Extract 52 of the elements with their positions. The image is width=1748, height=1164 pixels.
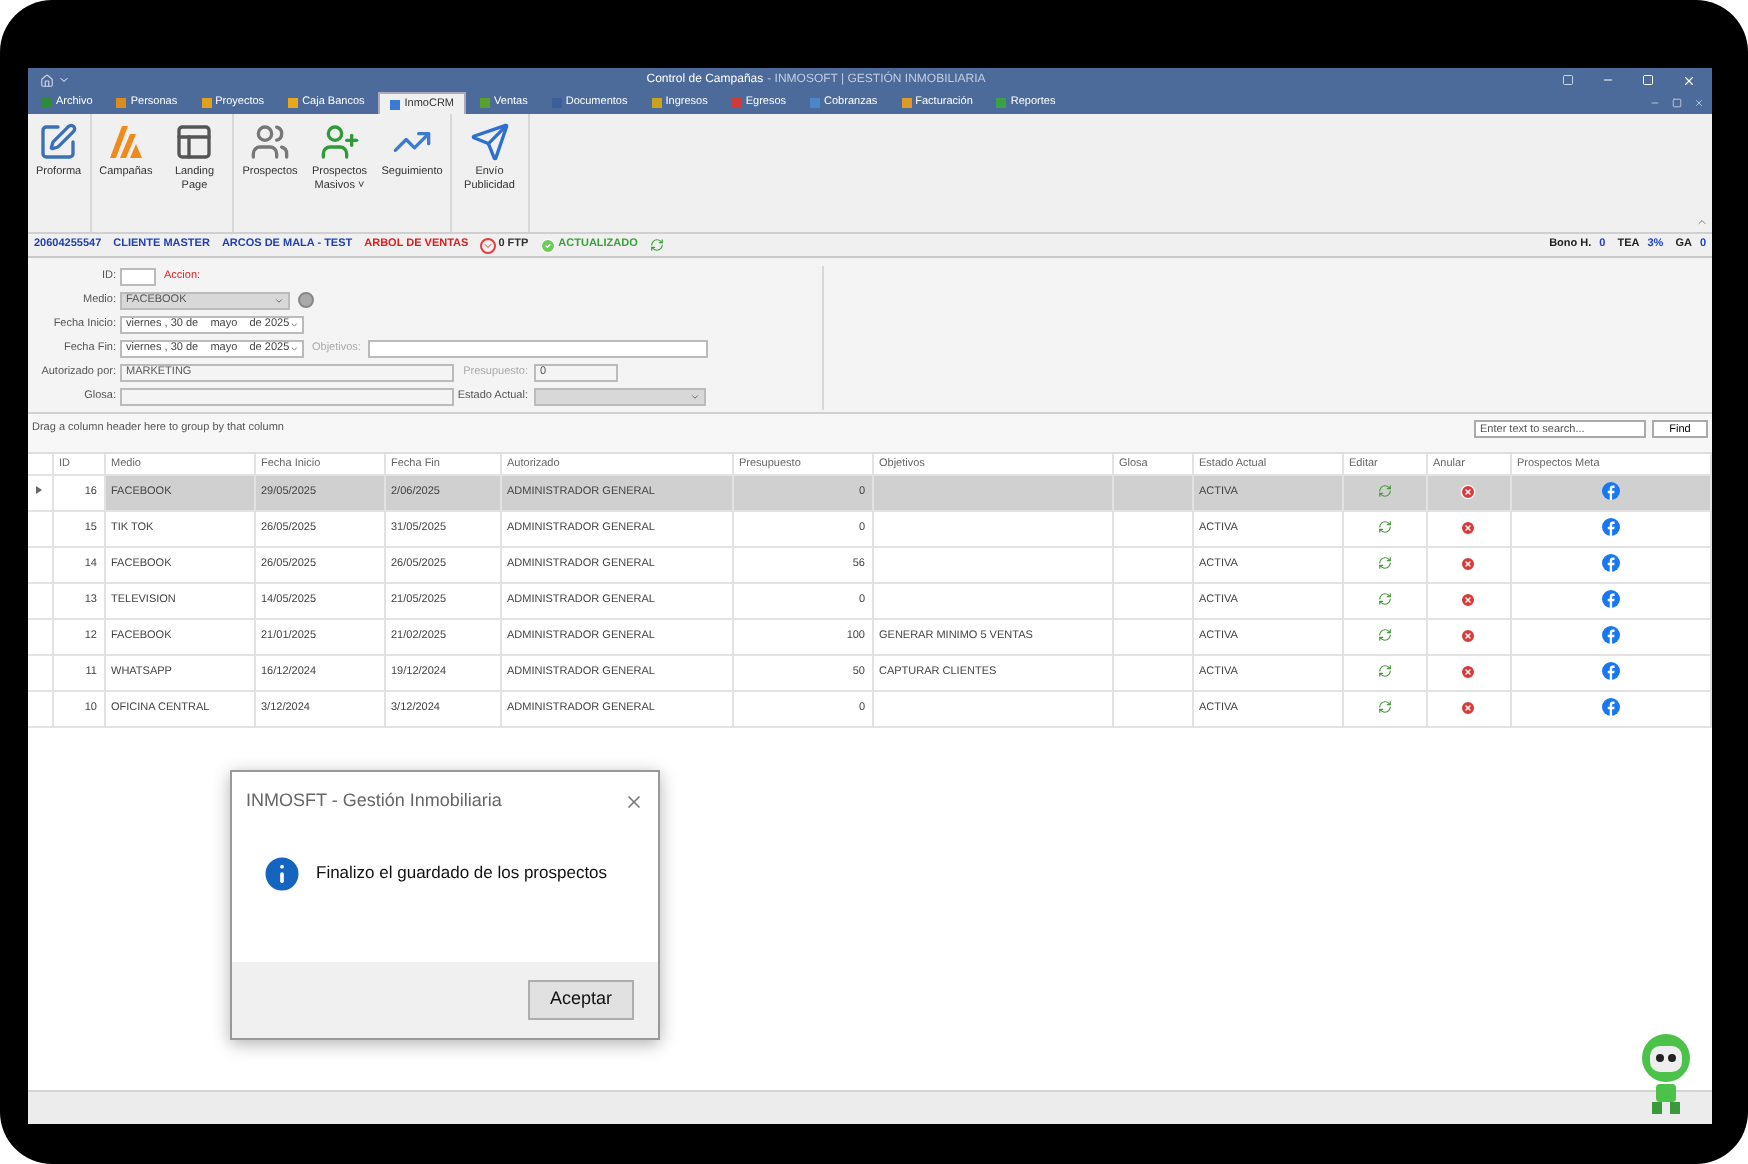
people-icon xyxy=(249,122,290,162)
refresh-icon[interactable] xyxy=(1377,627,1391,642)
row-pointer-icon xyxy=(36,485,43,494)
robot-icon[interactable] xyxy=(1640,1032,1692,1120)
restore-icon[interactable] xyxy=(1672,98,1682,108)
close-icon[interactable] xyxy=(624,791,644,812)
add-person-icon xyxy=(319,122,360,162)
refresh-icon[interactable] xyxy=(1377,483,1391,498)
cancel-icon[interactable] xyxy=(1460,699,1476,716)
cancel-icon[interactable] xyxy=(1460,483,1476,500)
glosa-field[interactable] xyxy=(120,387,454,405)
dropdown-icon xyxy=(274,295,284,305)
collapse-icon[interactable] xyxy=(1696,216,1708,228)
dropdown-icon xyxy=(690,391,700,401)
refresh-icon[interactable] xyxy=(1377,699,1391,714)
social-logo-icon[interactable] xyxy=(1601,590,1620,609)
dropdown-icon xyxy=(289,319,298,329)
dialog-title: INMOSFT - Gestión Inmobiliaria xyxy=(246,788,502,814)
check-icon xyxy=(540,237,557,253)
cancel-icon[interactable] xyxy=(1460,627,1476,644)
sync-icon[interactable] xyxy=(649,238,664,252)
maximize-icon[interactable] xyxy=(1642,74,1654,86)
minimize-icon[interactable] xyxy=(1602,74,1614,86)
edit-icon xyxy=(38,122,79,162)
accept-button[interactable]: Aceptar xyxy=(528,980,634,1020)
objetivos-field[interactable] xyxy=(368,339,708,357)
social-logo-icon[interactable] xyxy=(1601,662,1620,681)
cancel-icon[interactable] xyxy=(1460,663,1476,680)
info-icon xyxy=(260,851,304,895)
stripes-icon xyxy=(105,122,146,162)
social-logo-icon[interactable] xyxy=(1601,626,1620,645)
cancel-icon[interactable] xyxy=(1460,555,1476,572)
social-logo-icon[interactable] xyxy=(1601,518,1620,537)
cancel-icon[interactable] xyxy=(1460,519,1476,536)
refresh-icon[interactable] xyxy=(1377,591,1391,606)
id-field[interactable] xyxy=(120,267,156,285)
cancel-icon[interactable] xyxy=(1460,591,1476,608)
estado-dropdown[interactable] xyxy=(534,387,706,405)
social-logo-icon[interactable] xyxy=(1601,554,1620,573)
refresh-icon[interactable] xyxy=(1377,663,1391,678)
send-icon xyxy=(469,122,510,162)
minimize-icon[interactable] xyxy=(1650,98,1660,108)
dropdown-icon[interactable] xyxy=(58,74,70,86)
dialog-message: Finalizo el guardado de los prospectos xyxy=(316,860,608,886)
social-logo-icon[interactable] xyxy=(1601,482,1620,501)
refresh-icon[interactable] xyxy=(1377,519,1391,534)
social-logo-icon[interactable] xyxy=(1601,698,1620,717)
home-icon[interactable] xyxy=(40,73,54,87)
refresh-icon[interactable] xyxy=(1377,555,1391,570)
dropdown-icon xyxy=(289,343,298,353)
layout-icon xyxy=(174,122,215,162)
restore-icon[interactable] xyxy=(1562,74,1574,86)
